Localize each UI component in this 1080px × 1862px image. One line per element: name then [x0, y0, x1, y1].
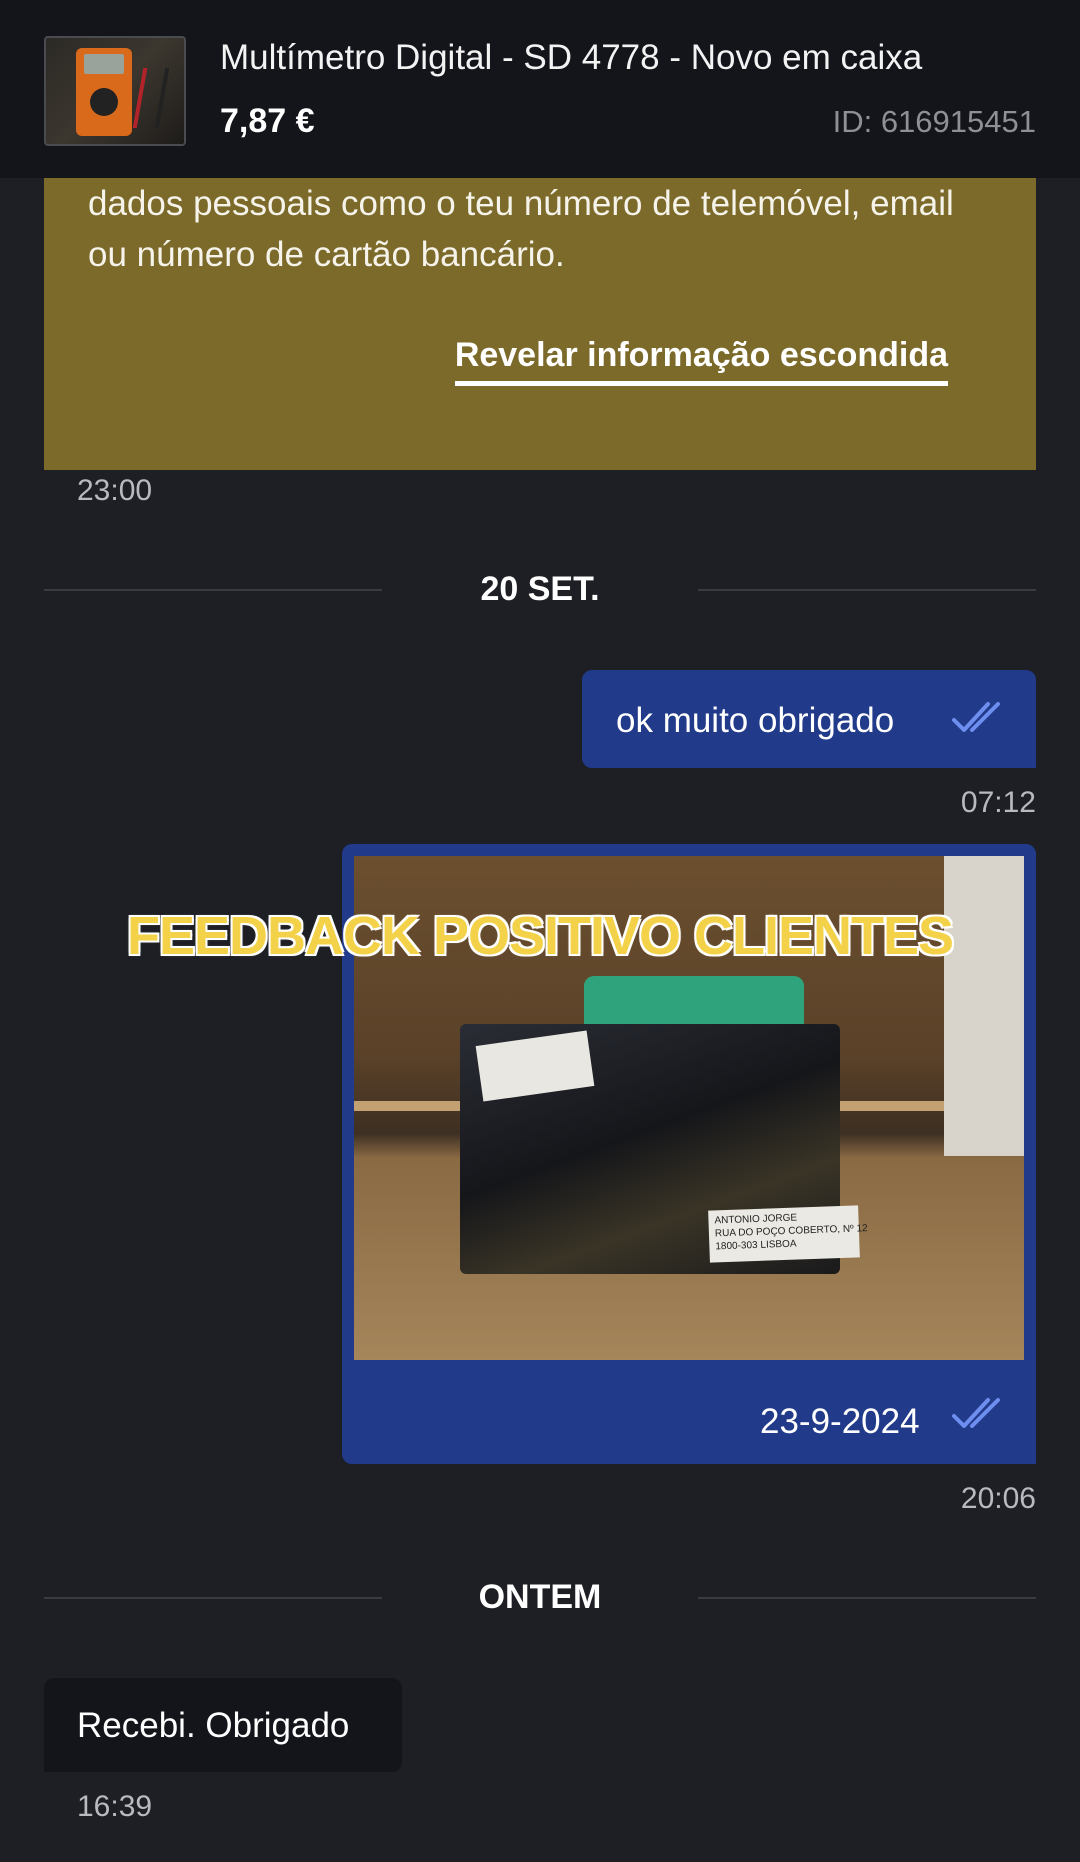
divider-line: [698, 1597, 1036, 1599]
multimeter-screen: [84, 54, 124, 74]
multimeter-leads: [132, 68, 170, 128]
wall: [944, 856, 1024, 1156]
feedback-overlay-banner: FEEDBACK POSITIVO CLIENTES: [126, 906, 954, 966]
divider-line: [698, 589, 1036, 591]
conversation-header: Multímetro Digital - SD 4778 - Novo em c…: [0, 0, 1080, 178]
product-title[interactable]: Multímetro Digital - SD 4778 - Novo em c…: [220, 38, 922, 78]
address-label: ANTONIO JORGE RUA DO POÇO COBERTO, Nº 12…: [708, 1205, 868, 1263]
message-time: 16:39: [77, 1790, 153, 1823]
date-divider: ONTEM: [44, 1568, 1036, 1628]
message-time: 23:00: [77, 474, 153, 507]
sent-message-bubble[interactable]: ok muito obrigado: [582, 670, 1036, 768]
multimeter-dial: [90, 88, 118, 116]
received-message-bubble[interactable]: Recebi. Obrigado: [44, 1678, 402, 1772]
date-divider: 20 SET.: [44, 560, 1036, 620]
message-time: 20:06: [960, 1482, 1036, 1515]
message-time: 07:12: [960, 786, 1036, 819]
read-receipt-icon: [952, 702, 1000, 732]
product-price: 7,87 €: [220, 102, 315, 140]
hidden-info-warning: dados pessoais como o teu número de tele…: [44, 178, 1036, 470]
reveal-hidden-info-link[interactable]: Revelar informação escondida: [454, 336, 948, 386]
message-text: ok muito obrigado: [616, 701, 895, 740]
read-receipt-icon: [952, 1398, 1000, 1428]
product-thumbnail[interactable]: [44, 36, 186, 146]
photo-caption: 23-9-2024: [760, 1402, 920, 1441]
listing-id: ID: 616915451: [832, 104, 1036, 139]
warning-text: dados pessoais como o teu número de tele…: [88, 184, 954, 274]
message-text: Recebi. Obrigado: [77, 1706, 350, 1745]
